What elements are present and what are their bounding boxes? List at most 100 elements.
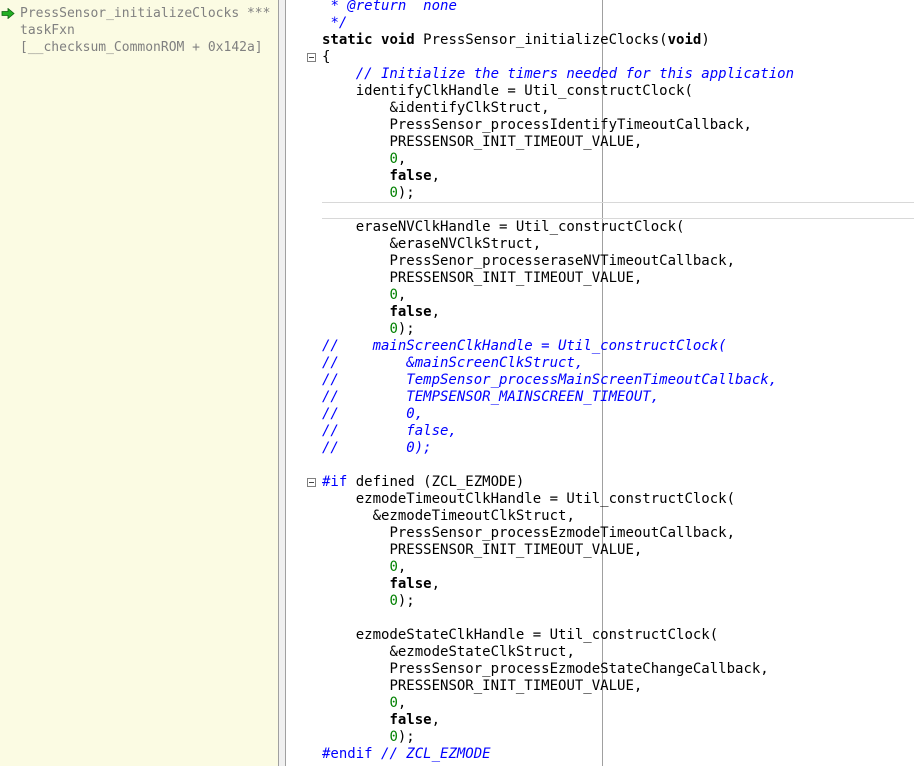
code-line[interactable]: #if defined (ZCL_EZMODE) <box>322 474 914 491</box>
code-token: ); <box>397 593 415 609</box>
code-line[interactable]: PRESSENSOR_INIT_TIMEOUT_VALUE, <box>322 542 914 559</box>
code-token: PRESSENSOR_INIT_TIMEOUT_VALUE, <box>389 678 643 694</box>
code-line[interactable]: false, <box>322 304 914 321</box>
code-token: eraseNVClkHandle = Util_constructClock( <box>355 219 685 235</box>
code-token: // mainScreenClkHandle = Util_constructC… <box>322 338 727 354</box>
code-line[interactable]: // 0, <box>322 406 914 423</box>
code-line[interactable]: PRESSENSOR_INIT_TIMEOUT_VALUE, <box>322 134 914 151</box>
code-line[interactable]: &ezmodeTimeoutClkStruct, <box>322 508 914 525</box>
code-line[interactable]: static void PressSensor_initializeClocks… <box>322 32 914 49</box>
code-token: ) <box>701 32 710 48</box>
code-token: { <box>322 49 331 65</box>
editor-gutter[interactable] <box>286 0 603 766</box>
code-line[interactable]: 0, <box>322 287 914 304</box>
code-line[interactable]: PRESSENSOR_INIT_TIMEOUT_VALUE, <box>322 270 914 287</box>
code-line[interactable]: ezmodeStateClkHandle = Util_constructClo… <box>322 627 914 644</box>
code-line[interactable]: // TempSensor_processMainScreenTimeoutCa… <box>322 372 914 389</box>
code-line[interactable]: identifyClkHandle = Util_constructClock( <box>322 83 914 100</box>
code-line[interactable]: ezmodeTimeoutClkHandle = Util_constructC… <box>322 491 914 508</box>
code-line[interactable]: // mainScreenClkHandle = Util_constructC… <box>322 338 914 355</box>
code-token: &eraseNVClkStruct, <box>389 236 542 252</box>
code-token: #endif <box>322 746 373 762</box>
code-line[interactable]: false, <box>322 168 914 185</box>
code-line[interactable]: eraseNVClkHandle = Util_constructClock( <box>322 219 914 236</box>
code-token: */ <box>330 15 348 31</box>
code-token: false <box>389 576 432 592</box>
code-line[interactable]: &eraseNVClkStruct, <box>322 236 914 253</box>
call-stack-frame[interactable]: PressSensor_initializeClocks *** <box>0 5 278 22</box>
code-line[interactable]: 0, <box>322 559 914 576</box>
call-stack-frame[interactable]: [__checksum_CommonROM + 0x142a] <box>0 39 278 56</box>
code-line[interactable]: #endif // ZCL_EZMODE <box>322 746 914 763</box>
code-line[interactable] <box>322 610 914 627</box>
panel-splitter[interactable] <box>278 0 286 766</box>
code-token: , <box>397 287 407 303</box>
code-token: &ezmodeTimeoutClkStruct, <box>372 508 575 524</box>
call-stack-panel[interactable]: PressSensor_initializeClocks *** taskFxn [… <box>0 0 278 766</box>
code-token: #if <box>322 474 348 490</box>
code-line[interactable] <box>322 457 914 474</box>
code-token: PressSensor_initializeClocks( <box>414 32 668 48</box>
code-line[interactable]: * @return none <box>322 0 914 15</box>
code-line[interactable]: 0, <box>322 151 914 168</box>
code-line[interactable]: 0, <box>322 695 914 712</box>
collapse-fold-icon[interactable] <box>307 478 316 487</box>
code-token: , <box>431 168 441 184</box>
code-line[interactable]: &ezmodeStateClkStruct, <box>322 644 914 661</box>
code-token: , <box>397 559 407 575</box>
code-token: void <box>667 32 702 48</box>
code-token: &identifyClkStruct, <box>389 100 550 116</box>
code-line[interactable]: 0); <box>322 185 914 202</box>
code-editor[interactable]: * @return none */static void PressSensor… <box>322 0 914 766</box>
code-token: &ezmodeStateClkStruct, <box>389 644 575 660</box>
code-token: false <box>389 168 432 184</box>
code-token: 0 <box>389 729 398 745</box>
code-token: // TEMPSENSOR_MAINSCREEN_TIMEOUT, <box>322 389 660 405</box>
call-stack-frame[interactable]: taskFxn <box>0 22 278 39</box>
code-line[interactable]: PressSensor_processIdentifyTimeoutCallba… <box>322 117 914 134</box>
code-token: PRESSENSOR_INIT_TIMEOUT_VALUE, <box>389 134 643 150</box>
code-line[interactable]: // Initialize the timers needed for this… <box>322 66 914 83</box>
code-token: 0 <box>389 287 398 303</box>
code-token: , <box>431 712 441 728</box>
code-line[interactable]: 0); <box>322 321 914 338</box>
code-token: void <box>381 32 415 48</box>
code-token: // Initialize the timers needed for this… <box>355 66 795 82</box>
code-token: 0 <box>389 593 398 609</box>
code-line[interactable]: { <box>322 49 914 66</box>
code-token: 0 <box>389 185 398 201</box>
code-token: defined (ZCL_EZMODE) <box>347 474 525 490</box>
code-line[interactable]: // TEMPSENSOR_MAINSCREEN_TIMEOUT, <box>322 389 914 406</box>
code-line[interactable]: PressSensor_processEzmodeTimeoutCallback… <box>322 525 914 542</box>
code-token: , <box>431 576 441 592</box>
code-line[interactable]: */ <box>322 15 914 32</box>
call-stack-frame-label: taskFxn <box>20 23 75 38</box>
code-line[interactable]: // &mainScreenClkStruct, <box>322 355 914 372</box>
code-token: identifyClkHandle = Util_constructClock( <box>355 83 693 99</box>
code-token: PressSensor_processEzmodeTimeoutCallback… <box>389 525 736 541</box>
code-line[interactable]: PressSensor_processEzmodeStateChangeCall… <box>322 661 914 678</box>
code-token: , <box>397 695 407 711</box>
code-line[interactable]: &identifyClkStruct, <box>322 100 914 117</box>
code-line[interactable]: PRESSENSOR_INIT_TIMEOUT_VALUE, <box>322 678 914 695</box>
code-token: // ZCL_EZMODE <box>381 746 491 762</box>
code-line[interactable]: 0); <box>322 593 914 610</box>
code-line[interactable] <box>322 202 914 219</box>
code-token: 0 <box>389 559 398 575</box>
code-token: , <box>397 151 407 167</box>
code-token: * @return none <box>330 0 457 14</box>
code-line[interactable]: 0); <box>322 729 914 746</box>
code-line[interactable]: PressSenor_processeraseNVTimeoutCallback… <box>322 253 914 270</box>
code-line[interactable]: false, <box>322 576 914 593</box>
code-token: PressSensor_processEzmodeStateChangeCall… <box>389 661 769 677</box>
collapse-fold-icon[interactable] <box>307 53 316 62</box>
code-token: , <box>431 304 441 320</box>
code-token: PressSensor_processIdentifyTimeoutCallba… <box>389 117 752 133</box>
code-line[interactable]: false, <box>322 712 914 729</box>
code-token: // 0); <box>322 440 432 456</box>
code-line[interactable]: // false, <box>322 423 914 440</box>
code-line[interactable]: // 0); <box>322 440 914 457</box>
current-frame-arrow-icon <box>1 8 15 19</box>
